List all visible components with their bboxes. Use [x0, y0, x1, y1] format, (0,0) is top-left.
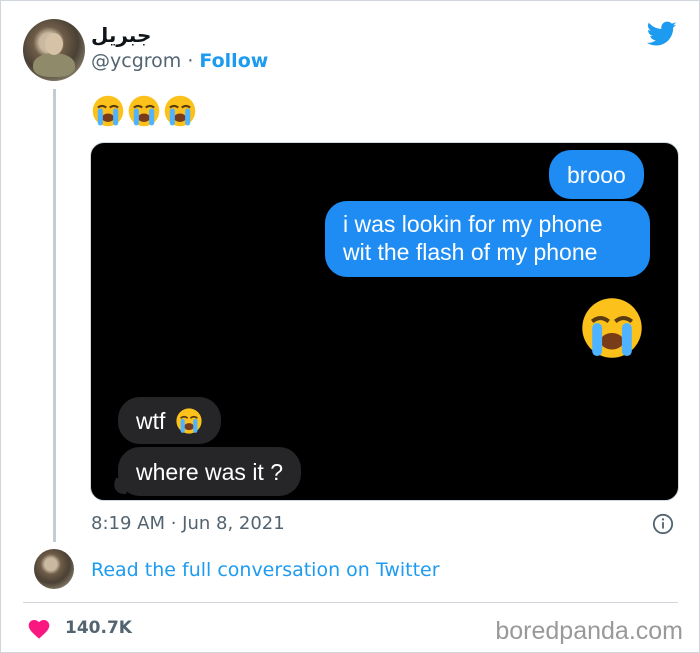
author-display-name[interactable]: جبريل	[91, 23, 151, 47]
message-line: i was lookin for my phone	[343, 211, 603, 237]
author-avatar[interactable]	[23, 19, 85, 81]
read-conversation-link[interactable]: Read the full conversation on Twitter	[91, 559, 440, 581]
avatar-hood	[33, 53, 75, 77]
conversation-avatar[interactable]	[34, 549, 74, 589]
thread-line	[53, 89, 56, 542]
info-icon[interactable]	[652, 513, 674, 535]
message-bubble-received: wtf	[118, 397, 222, 444]
message-bubble-sent: i was lookin for my phone wit the flash …	[325, 201, 650, 277]
heart-icon[interactable]	[27, 617, 51, 639]
tweet-timestamp[interactable]: 8:19 AM · Jun 8, 2021	[91, 513, 285, 534]
loudly-crying-face-icon	[176, 407, 202, 434]
avatar-face	[45, 33, 63, 55]
follow-button[interactable]: Follow	[199, 50, 268, 72]
message-bubble-received: where was it ?	[118, 447, 302, 496]
divider	[23, 602, 678, 603]
author-handle-row: @ycgrom · Follow	[91, 50, 268, 72]
loudly-crying-face-icon	[164, 95, 196, 127]
message-text: wtf	[136, 407, 166, 434]
message-bubble-sent: brooo	[549, 150, 644, 199]
loudly-crying-face-icon	[92, 95, 124, 127]
separator: ·	[181, 50, 200, 72]
loudly-crying-face-icon	[582, 298, 642, 358]
like-count[interactable]: 140.7K	[65, 618, 132, 638]
loudly-crying-face-icon	[128, 95, 160, 127]
twitter-bird-icon[interactable]	[647, 21, 677, 47]
tweet-card: جبريل @ycgrom · Follow brooo i was looki…	[0, 0, 700, 653]
boredpanda-watermark: boredpanda.com	[495, 617, 683, 645]
message-line: wit the flash of my phone	[343, 239, 598, 265]
chat-screenshot-image[interactable]: brooo i was lookin for my phone wit the …	[90, 142, 679, 501]
tweet-text-emojis	[91, 94, 197, 128]
author-handle[interactable]: @ycgrom	[91, 50, 181, 72]
